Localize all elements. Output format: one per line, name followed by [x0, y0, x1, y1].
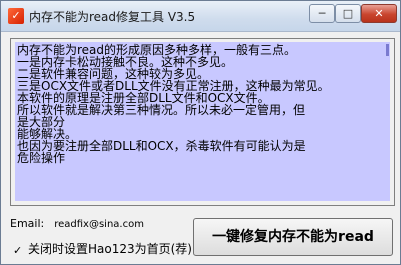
description-panel: 内存不能为read的形成原因多种多样，一般有三点。 一是内存卡松动接触不良。这种… [10, 38, 395, 206]
homepage-checkbox-row[interactable]: ✓ 关闭时设置Hao123为首页(荐) [13, 240, 192, 257]
repair-button[interactable]: 一键修复内存不能为read [193, 218, 393, 256]
description-line: 也因为要注册全部DLL和OCX，杀毒软件有可能认为是 [17, 139, 306, 153]
app-icon: ✓ [8, 8, 24, 24]
description-line: 所以软件就是解决第三种情况。所以未必一定管用，但 [17, 103, 306, 117]
maximize-button[interactable]: □ [335, 4, 361, 23]
email-label: Email: [10, 217, 45, 230]
app-window: ✓ 内存不能为read修复工具 V3.5 ─ □ ✕ 内存不能为read的形成原… [0, 0, 401, 265]
scroll-thumb[interactable] [386, 44, 389, 56]
homepage-checkbox-label: 关闭时设置Hao123为首页(荐) [28, 242, 192, 256]
window-title: 内存不能为read修复工具 V3.5 [29, 10, 196, 24]
email-row: Email: readfix@sina.com [10, 217, 144, 230]
description-line: 危险操作 [17, 151, 66, 165]
description-textbox[interactable]: 内存不能为read的形成原因多种多样，一般有三点。 一是内存卡松动接触不良。这种… [15, 42, 390, 201]
checkmark-icon[interactable]: ✓ [13, 245, 24, 256]
close-button[interactable]: ✕ [361, 4, 397, 23]
minimize-button[interactable]: ─ [309, 4, 335, 23]
title-bar[interactable]: ✓ 内存不能为read修复工具 V3.5 ─ □ ✕ [1, 1, 400, 32]
email-address: readfix@sina.com [54, 219, 144, 230]
